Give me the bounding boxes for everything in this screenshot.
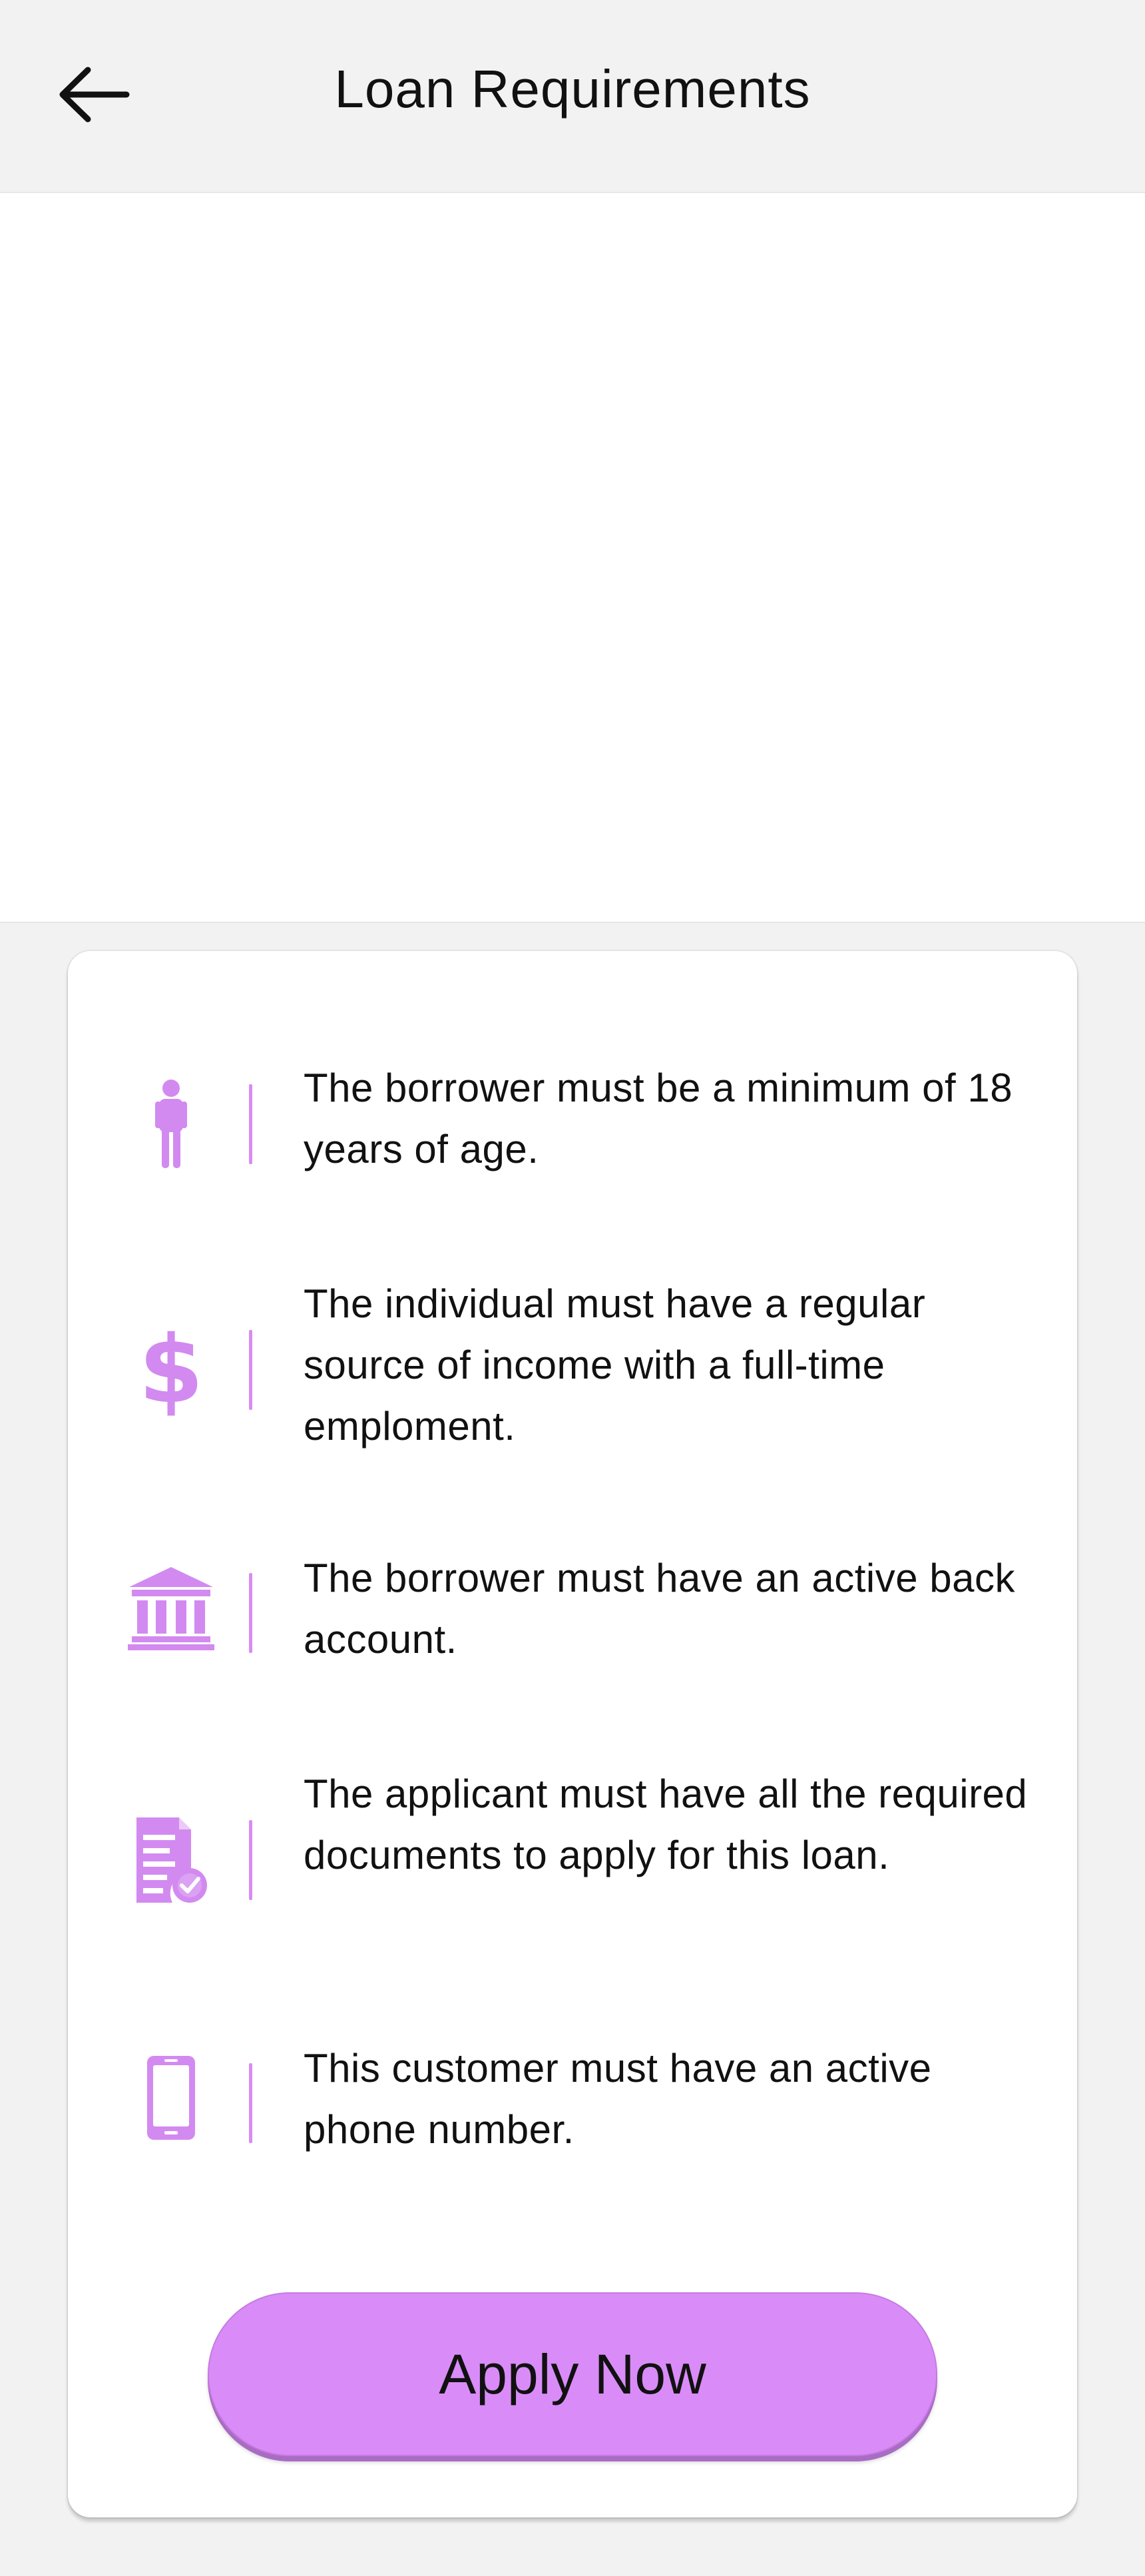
requirement-text: The borrower must be a minimum of 18 yea… xyxy=(304,1066,1013,1171)
requirement-text: The applicant must have all the required… xyxy=(304,1771,1028,1877)
person-icon xyxy=(121,1078,221,1171)
requirement-text: The borrower must have an active back ac… xyxy=(304,1556,1015,1662)
item-divider xyxy=(249,1820,252,1900)
requirement-item-phone: This customer must have an active phone … xyxy=(68,2038,1077,2171)
item-divider xyxy=(249,2063,252,2143)
requirement-text: The individual must have a regular sourc… xyxy=(304,1281,926,1449)
item-divider xyxy=(249,1330,252,1410)
requirement-item-age: The borrower must be a minimum of 18 yea… xyxy=(68,1058,1077,1191)
item-divider xyxy=(249,1573,252,1653)
requirement-item-documents: The applicant must have all the required… xyxy=(68,1764,1077,1957)
dollar-icon: $ xyxy=(121,1320,221,1420)
item-divider xyxy=(249,1084,252,1164)
phone-icon xyxy=(121,2051,221,2144)
banner-area xyxy=(0,192,1145,923)
requirement-item-bank-account: The borrower must have an active back ac… xyxy=(68,1548,1077,1681)
requirement-text: This customer must have an active phone … xyxy=(304,2046,932,2152)
requirement-item-income: $ The individual must have a regular sou… xyxy=(68,1273,1077,1466)
svg-text:$: $ xyxy=(141,1323,201,1417)
apply-now-button[interactable]: Apply Now xyxy=(208,2292,937,2456)
app-bar: Loan Requirements xyxy=(0,0,1145,192)
requirements-card: The borrower must be a minimum of 18 yea… xyxy=(68,951,1077,2517)
bank-icon xyxy=(121,1561,221,1654)
document-check-icon xyxy=(121,1810,221,1910)
page-title: Loan Requirements xyxy=(334,59,811,119)
